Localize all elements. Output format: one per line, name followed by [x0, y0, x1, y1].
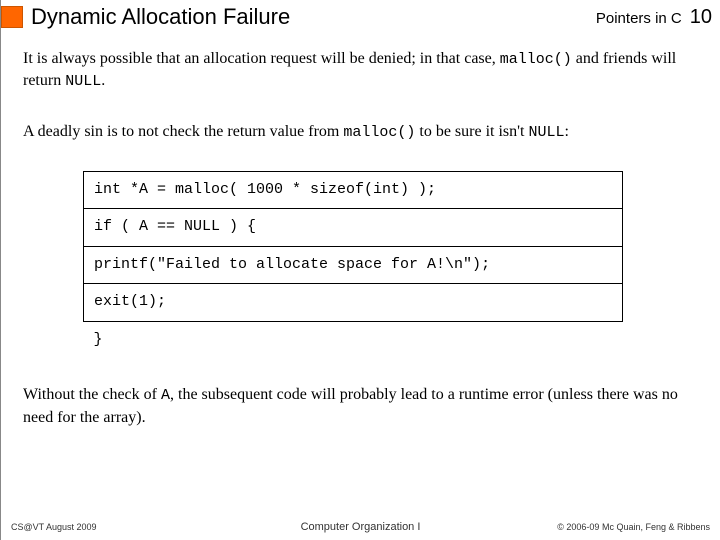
page-number: 10	[690, 6, 712, 29]
text: It is always possible that an allocation…	[23, 50, 500, 67]
footer-left: CS@VT August 2009	[11, 522, 97, 532]
inline-code: malloc()	[500, 51, 572, 68]
code-line: if ( A == NULL ) {	[84, 209, 623, 247]
paragraph-3: Without the check of A, the subsequent c…	[23, 384, 698, 428]
text: :	[564, 123, 568, 140]
text: A deadly sin is to not check the return …	[23, 123, 343, 140]
inline-code: A	[161, 387, 170, 404]
code-line: printf("Failed to allocate space for A!\…	[84, 246, 623, 284]
section-label: Pointers in C	[596, 10, 682, 27]
footer-right: © 2006-09 Mc Quain, Feng & Ribbens	[557, 522, 710, 532]
text: Without the check of	[23, 386, 161, 403]
paragraph-2: A deadly sin is to not check the return …	[23, 121, 698, 143]
paragraph-1: It is always possible that an allocation…	[23, 48, 698, 93]
slide: Dynamic Allocation Failure Pointers in C…	[0, 0, 720, 540]
header-right: Pointers in C 10	[596, 6, 712, 29]
footer-center: Computer Organization I	[301, 521, 421, 533]
slide-footer: CS@VT August 2009 Computer Organization …	[11, 522, 710, 532]
code-line: }	[84, 321, 623, 358]
inline-code: NULL	[65, 73, 101, 90]
code-line: int *A = malloc( 1000 * sizeof(int) );	[84, 171, 623, 209]
bullet-icon	[1, 6, 23, 28]
text: .	[101, 72, 105, 89]
slide-header: Dynamic Allocation Failure Pointers in C…	[1, 0, 720, 32]
inline-code: NULL	[528, 124, 564, 141]
slide-title: Dynamic Allocation Failure	[31, 4, 596, 30]
inline-code: malloc()	[343, 124, 415, 141]
text: to be sure it isn't	[415, 123, 528, 140]
code-line: exit(1);	[84, 284, 623, 322]
slide-content: It is always possible that an allocation…	[1, 32, 720, 428]
code-block: int *A = malloc( 1000 * sizeof(int) ); i…	[83, 171, 623, 359]
